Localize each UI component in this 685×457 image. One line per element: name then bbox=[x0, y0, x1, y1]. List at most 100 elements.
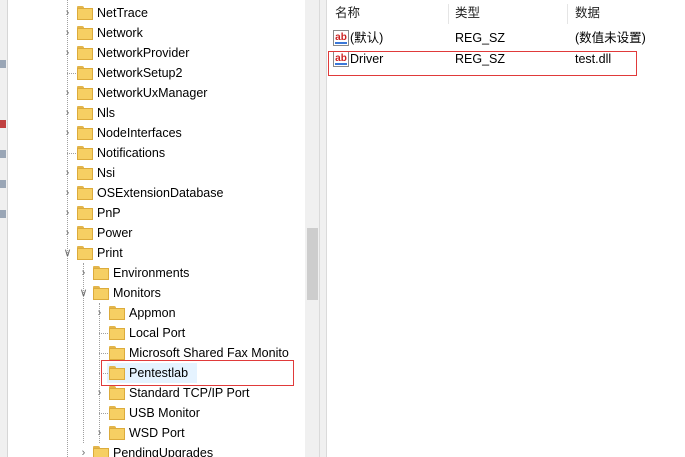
folder-icon bbox=[109, 346, 125, 360]
tree-scrollbar-thumb[interactable] bbox=[307, 228, 318, 300]
value-type: REG_SZ bbox=[455, 31, 506, 45]
tree-item[interactable]: NetworkSetup2 bbox=[8, 63, 319, 83]
tree-item-label: NetTrace bbox=[97, 6, 148, 20]
tree-item[interactable]: › NetTrace bbox=[8, 3, 319, 23]
folder-icon bbox=[77, 226, 93, 240]
value-data: (数值未设置) bbox=[575, 31, 646, 45]
chevron-right-icon[interactable]: › bbox=[62, 203, 73, 223]
tree-item[interactable]: ∨ Monitors bbox=[8, 283, 319, 303]
tree-item[interactable]: › Network bbox=[8, 23, 319, 43]
tree-item[interactable]: › Nsi bbox=[8, 163, 319, 183]
tree-item-label: NetworkUxManager bbox=[97, 86, 208, 100]
column-separator[interactable] bbox=[567, 4, 568, 24]
tree-item[interactable]: ∨ Print bbox=[8, 243, 319, 263]
tree-connector bbox=[99, 353, 108, 354]
tree-item-label: Monitors bbox=[113, 286, 161, 300]
tree-item-label: NetworkSetup2 bbox=[97, 66, 183, 80]
chevron-right-icon[interactable]: › bbox=[62, 43, 73, 63]
chevron-right-icon[interactable]: › bbox=[94, 383, 105, 403]
chevron-down-icon[interactable]: ∨ bbox=[62, 243, 73, 263]
chevron-right-icon[interactable]: › bbox=[62, 3, 73, 23]
driver-row-highlight-box bbox=[328, 51, 637, 76]
tree-item[interactable]: › PendingUpgrades bbox=[8, 443, 319, 457]
folder-icon bbox=[93, 266, 109, 280]
chevron-right-icon[interactable]: › bbox=[78, 443, 89, 457]
tree-item[interactable]: › PnP bbox=[8, 203, 319, 223]
tree-item-label: NetworkProvider bbox=[97, 46, 190, 60]
column-separator[interactable] bbox=[448, 4, 449, 24]
tree-item[interactable]: › Appmon bbox=[8, 303, 319, 323]
tree-item-label: Power bbox=[97, 226, 133, 240]
chevron-right-icon[interactable]: › bbox=[62, 163, 73, 183]
column-header-name[interactable]: 名称 bbox=[335, 4, 360, 22]
left-window-edge bbox=[0, 0, 8, 457]
tree-item-label: Network bbox=[97, 26, 143, 40]
tree-connector bbox=[67, 73, 76, 74]
folder-icon bbox=[77, 186, 93, 200]
tree-item[interactable]: › NetworkProvider bbox=[8, 43, 319, 63]
folder-icon bbox=[93, 446, 109, 457]
tree-item[interactable]: › Standard TCP/IP Port bbox=[8, 383, 319, 403]
folder-icon bbox=[109, 326, 125, 340]
folder-icon bbox=[77, 86, 93, 100]
tree-item-label: PendingUpgrades bbox=[113, 446, 214, 457]
value-name: (默认) bbox=[350, 31, 384, 45]
column-header-data[interactable]: 数据 bbox=[575, 4, 600, 22]
chevron-right-icon[interactable]: › bbox=[94, 303, 105, 323]
tree-item[interactable]: › Power bbox=[8, 223, 319, 243]
folder-icon bbox=[77, 66, 93, 80]
folder-icon bbox=[77, 146, 93, 160]
folder-icon bbox=[109, 426, 125, 440]
tree-connector bbox=[99, 333, 108, 334]
tree-item[interactable]: › NetworkUxManager bbox=[8, 83, 319, 103]
folder-icon bbox=[77, 126, 93, 140]
folder-icon bbox=[77, 246, 93, 260]
tree-item[interactable]: › NodeInterfaces bbox=[8, 123, 319, 143]
chevron-right-icon[interactable]: › bbox=[94, 423, 105, 443]
chevron-right-icon[interactable]: › bbox=[62, 223, 73, 243]
chevron-right-icon[interactable]: › bbox=[62, 103, 73, 123]
folder-icon bbox=[109, 386, 125, 400]
chevron-right-icon[interactable]: › bbox=[62, 23, 73, 43]
tree-item-label: OSExtensionDatabase bbox=[97, 186, 224, 200]
tree-item[interactable]: › Nls bbox=[8, 103, 319, 123]
tree-item-label: USB Monitor bbox=[129, 406, 200, 420]
tree-connector bbox=[67, 153, 76, 154]
tree-item-label: WSD Port bbox=[129, 426, 185, 440]
tree-connector bbox=[99, 413, 108, 414]
tree-item-label: PnP bbox=[97, 206, 121, 220]
tree-item[interactable]: › OSExtensionDatabase bbox=[8, 183, 319, 203]
folder-icon bbox=[77, 106, 93, 120]
tree-item[interactable]: USB Monitor bbox=[8, 403, 319, 423]
folder-icon bbox=[77, 206, 93, 220]
folder-icon bbox=[77, 166, 93, 180]
folder-icon bbox=[77, 26, 93, 40]
folder-icon bbox=[77, 6, 93, 20]
column-header-type[interactable]: 类型 bbox=[455, 4, 480, 22]
chevron-right-icon[interactable]: › bbox=[62, 123, 73, 143]
string-value-icon: ab bbox=[333, 30, 349, 46]
folder-icon bbox=[109, 406, 125, 420]
tree-item-label: NodeInterfaces bbox=[97, 126, 182, 140]
folder-icon bbox=[109, 306, 125, 320]
tree-item-label: Local Port bbox=[129, 326, 186, 340]
tree-item-label: Appmon bbox=[129, 306, 176, 320]
folder-icon bbox=[77, 46, 93, 60]
tree-item-label: Environments bbox=[113, 266, 190, 280]
chevron-right-icon[interactable]: › bbox=[62, 183, 73, 203]
tree-item-label: Nsi bbox=[97, 166, 116, 180]
chevron-down-icon[interactable]: ∨ bbox=[78, 283, 89, 303]
pane-splitter[interactable] bbox=[319, 0, 327, 457]
tree-item[interactable]: › WSD Port bbox=[8, 423, 319, 443]
chevron-right-icon[interactable]: › bbox=[78, 263, 89, 283]
chevron-right-icon[interactable]: › bbox=[62, 83, 73, 103]
registry-key-tree[interactable]: › NetTrace › Network › NetworkProvider Network… bbox=[8, 0, 319, 457]
tree-item-label: Nls bbox=[97, 106, 116, 120]
pentestlab-highlight-box bbox=[101, 360, 294, 386]
folder-icon bbox=[93, 286, 109, 300]
tree-item[interactable]: Notifications bbox=[8, 143, 319, 163]
tree-item-label: Standard TCP/IP Port bbox=[129, 386, 250, 400]
tree-item[interactable]: Local Port bbox=[8, 323, 319, 343]
tree-item-label: Notifications bbox=[97, 146, 166, 160]
tree-item[interactable]: › Environments bbox=[8, 263, 319, 283]
